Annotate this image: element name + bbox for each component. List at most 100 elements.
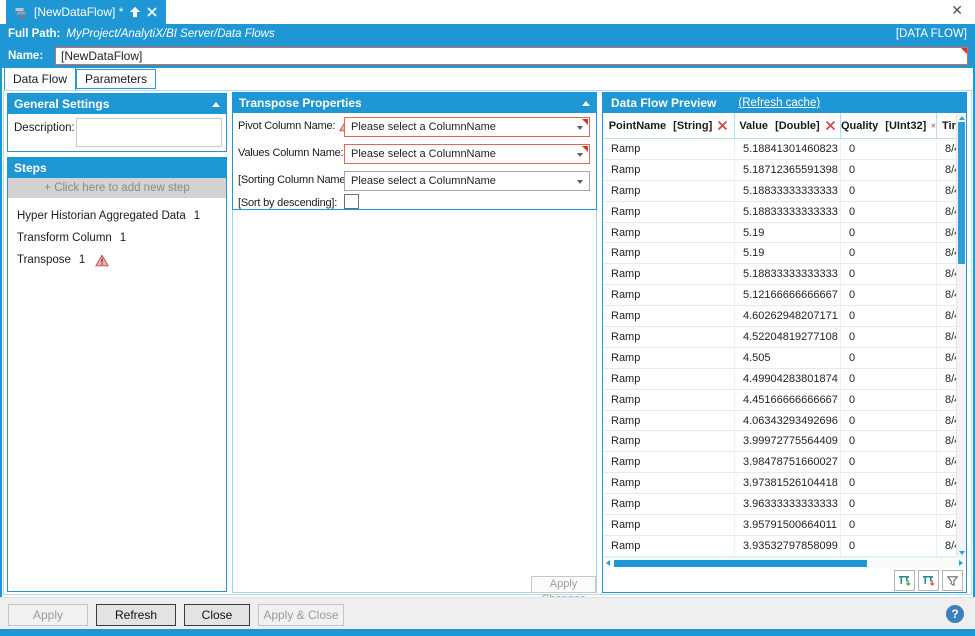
remove-column-icon[interactable] [825, 120, 836, 131]
scroll-down-icon[interactable] [959, 551, 965, 555]
cell-value: 4.06343293492696 [735, 411, 841, 431]
tab-parameters[interactable]: Parameters [76, 69, 156, 89]
scroll-right-icon[interactable] [959, 560, 963, 566]
help-icon[interactable]: ? [946, 605, 964, 623]
table-row[interactable]: Ramp 4.52204819277108 0 8/4/ [603, 327, 966, 348]
cell-pointname: Ramp [603, 264, 735, 284]
apply-button[interactable]: Apply [8, 604, 88, 626]
cell-value: 5.19 [735, 223, 841, 243]
remove-column-icon[interactable] [717, 120, 728, 131]
column-header-pointname[interactable]: PointName[String] [603, 113, 735, 138]
pivot-column-label: Pivot Column Name: [238, 120, 352, 132]
refresh-button[interactable]: Refresh [96, 604, 176, 626]
step-list-item[interactable]: Hyper Historian Aggregated Data 1 [8, 205, 226, 227]
description-label: Description: [14, 122, 75, 134]
validation-corner-icon [582, 146, 588, 152]
step-list-item[interactable]: Transpose 1 [8, 249, 226, 271]
close-button[interactable]: Close [184, 604, 250, 626]
tab-strip: Data Flow Parameters [0, 68, 975, 90]
cell-quality: 0 [841, 306, 937, 326]
cell-value: 5.18712365591398 [735, 160, 841, 180]
cell-value: 3.95791500664011 [735, 515, 841, 535]
cell-quality: 0 [841, 327, 937, 347]
column-header-quality[interactable]: Quality[UInt32] [841, 113, 937, 138]
horizontal-scrollbar-thumb[interactable] [614, 560, 867, 567]
table-row[interactable]: Ramp 3.99972775564409 0 8/4/ [603, 431, 966, 452]
cell-value: 3.97381526104418 [735, 473, 841, 493]
table-row[interactable]: Ramp 3.93532797858099 0 8/4/ [603, 536, 966, 557]
tab-data-flow[interactable]: Data Flow [4, 67, 76, 90]
table-row[interactable]: Ramp 3.97381526104418 0 8/4/ [603, 473, 966, 494]
apply-and-close-button[interactable]: Apply & Close [258, 604, 344, 626]
step-name: Hyper Historian Aggregated Data [17, 210, 186, 222]
table-row[interactable]: Ramp 4.60262948207171 0 8/4/ [603, 306, 966, 327]
table-row[interactable]: Ramp 5.18833333333333 0 8/4/ [603, 202, 966, 223]
cell-pointname: Ramp [603, 160, 735, 180]
window-left-border [0, 24, 2, 636]
chevron-down-icon [577, 153, 583, 157]
table-row[interactable]: Ramp 3.96333333333333 0 8/4/ [603, 494, 966, 515]
type-badge: [DATA FLOW] [896, 28, 967, 40]
sorting-column-value: Please select a ColumnName [351, 175, 496, 187]
cell-pointname: Ramp [603, 181, 735, 201]
cell-value: 4.45166666666667 [735, 390, 841, 410]
cell-value: 4.60262948207171 [735, 306, 841, 326]
name-input[interactable] [55, 47, 968, 65]
cell-value: 3.96333333333333 [735, 494, 841, 514]
remove-column-icon[interactable] [931, 120, 936, 131]
cell-quality: 0 [841, 285, 937, 305]
cell-pointname: Ramp [603, 243, 735, 263]
table-row[interactable]: Ramp 5.18833333333333 0 8/4/ [603, 181, 966, 202]
window-close-icon[interactable]: ✕ [951, 3, 963, 17]
table-row[interactable]: Ramp 5.18712365591398 0 8/4/ [603, 160, 966, 181]
values-column-select[interactable]: Please select a ColumnName [344, 144, 590, 164]
table-row[interactable]: Ramp 5.19 0 8/4/ [603, 243, 966, 264]
transpose-properties-panel: Transpose Properties Pivot Column Name: … [232, 92, 597, 210]
collapse-icon[interactable] [582, 101, 590, 106]
horizontal-scrollbar[interactable] [603, 557, 966, 568]
step-number: 1 [79, 254, 85, 266]
cell-quality: 0 [841, 139, 937, 159]
pivot-column-value: Please select a ColumnName [351, 121, 496, 133]
table-row[interactable]: Ramp 4.45166666666667 0 8/4/ [603, 390, 966, 411]
column-header-value[interactable]: Value[Double] [735, 113, 841, 138]
document-tab-title: [NewDataFlow] * [34, 5, 123, 19]
filter-button[interactable] [942, 570, 963, 591]
arrow-up-icon[interactable] [129, 6, 141, 18]
pin-column-green-button[interactable] [894, 570, 915, 591]
pin-column-red-button[interactable] [918, 570, 939, 591]
vertical-scrollbar[interactable] [956, 114, 966, 557]
table-row[interactable]: Ramp 5.19 0 8/4/ [603, 223, 966, 244]
table-row[interactable]: Ramp 4.06343293492696 0 8/4/ [603, 411, 966, 432]
table-row[interactable]: Ramp 5.18841301460823 0 8/4/ [603, 139, 966, 160]
add-step-button[interactable]: + Click here to add new step [8, 178, 226, 198]
sort-descending-checkbox[interactable] [344, 194, 359, 209]
cell-pointname: Ramp [603, 390, 735, 410]
step-list-item[interactable]: Transform Column 1 [8, 227, 226, 249]
tab-close-icon[interactable] [147, 7, 157, 17]
steps-list: Hyper Historian Aggregated Data 1 Transf… [8, 198, 226, 271]
full-path-value: MyProject/AnalytiX/BI Server/Data Flows [66, 28, 274, 40]
table-row[interactable]: Ramp 4.49904283801874 0 8/4/ [603, 369, 966, 390]
table-row[interactable]: Ramp 4.505 0 8/4/ [603, 348, 966, 369]
table-row[interactable]: Ramp 3.95791500664011 0 8/4/ [603, 515, 966, 536]
table-row[interactable]: Ramp 5.18833333333333 0 8/4/ [603, 264, 966, 285]
table-row[interactable]: Ramp 3.98478751660027 0 8/4/ [603, 452, 966, 473]
table-row[interactable]: Ramp 5.12166666666667 0 8/4/ [603, 285, 966, 306]
scroll-left-icon[interactable] [606, 560, 610, 566]
document-tab[interactable]: [NewDataFlow] * [6, 0, 166, 24]
collapse-icon[interactable] [212, 102, 220, 107]
pivot-column-select[interactable]: Please select a ColumnName [344, 117, 590, 137]
transpose-properties-header[interactable]: Transpose Properties [233, 93, 596, 113]
general-settings-header[interactable]: General Settings [8, 94, 226, 114]
cell-pointname: Ramp [603, 536, 735, 556]
sorting-column-select[interactable]: Please select a ColumnName [344, 171, 590, 191]
general-settings-title: General Settings [14, 97, 109, 111]
description-input[interactable] [76, 118, 222, 147]
vertical-scrollbar-thumb[interactable] [958, 122, 965, 264]
refresh-cache-link[interactable]: (Refresh cache) [738, 97, 820, 109]
scroll-up-icon[interactable] [959, 116, 965, 120]
pivot-column-row: Pivot Column Name: Please select a Colum… [233, 117, 596, 137]
apply-changes-button[interactable]: Apply Changes [531, 576, 596, 593]
sorting-column-label: [Sorting Column Name]: [238, 174, 351, 186]
